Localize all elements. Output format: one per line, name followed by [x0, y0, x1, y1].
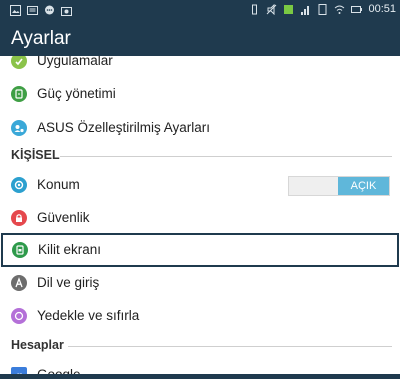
settings-item-label: Güvenlik: [37, 210, 90, 225]
settings-item-label: Konum: [37, 177, 80, 192]
lock-screen-icon: [12, 242, 28, 258]
mute-icon: [266, 3, 277, 15]
message-icon: [27, 5, 38, 16]
backup-icon: [11, 308, 27, 324]
chat-icon: [44, 5, 55, 16]
settings-item-label: Kilit ekranı: [38, 242, 102, 257]
settings-list[interactable]: Uygulamalar Güç yönetimi ASUS Özelleştir…: [0, 56, 400, 379]
section-header: Hesaplar: [11, 338, 64, 352]
wifi-icon: [334, 4, 345, 15]
gallery-icon: [10, 5, 21, 16]
language-icon: [11, 275, 27, 291]
toggle-on-label: AÇIK: [338, 177, 389, 195]
app-bar: Ayarlar: [0, 22, 400, 56]
page-title: Ayarlar: [11, 28, 71, 49]
asus-settings-icon: [11, 120, 27, 136]
settings-item-backup[interactable]: Yedekle ve sıfırla: [0, 299, 400, 333]
settings-item-location[interactable]: Konum AÇIK: [0, 168, 400, 202]
vibrate-icon: [249, 4, 260, 15]
power-icon: [11, 86, 27, 102]
sim-icon: [317, 3, 328, 15]
battery-icon: [351, 4, 363, 15]
apps-icon: [11, 56, 27, 69]
section-divider: [68, 346, 392, 347]
settings-item-power[interactable]: Güç yönetimi: [0, 77, 400, 111]
settings-item-label: Uygulamalar: [37, 56, 113, 68]
settings-item-language[interactable]: Dil ve giriş: [0, 266, 400, 300]
settings-item-label: Yedekle ve sıfırla: [37, 308, 140, 323]
status-bar: 00:51: [0, 0, 400, 22]
location-toggle[interactable]: AÇIK: [288, 176, 390, 196]
settings-item-label: Dil ve giriş: [37, 275, 100, 290]
settings-item-asus[interactable]: ASUS Özelleştirilmiş Ayarları: [0, 111, 400, 145]
location-icon: [11, 177, 27, 193]
section-accounts: Hesaplar: [0, 332, 400, 358]
settings-item-label: Güç yönetimi: [37, 86, 116, 101]
section-header: KİŞİSEL: [11, 148, 60, 162]
settings-item-security[interactable]: Güvenlik: [0, 201, 400, 235]
battery-saver-icon: [283, 4, 294, 15]
photo-icon: [61, 5, 72, 16]
settings-item-lock-screen[interactable]: Kilit ekranı: [1, 233, 399, 267]
section-personal: KİŞİSEL: [0, 142, 400, 168]
security-icon: [11, 210, 27, 226]
section-divider: [60, 156, 392, 157]
settings-item-apps[interactable]: Uygulamalar: [0, 56, 400, 78]
signal-icon: [300, 4, 311, 15]
status-time: 00:51: [368, 3, 396, 15]
settings-item-label: ASUS Özelleştirilmiş Ayarları: [37, 120, 211, 135]
bottom-bar: [0, 374, 400, 379]
